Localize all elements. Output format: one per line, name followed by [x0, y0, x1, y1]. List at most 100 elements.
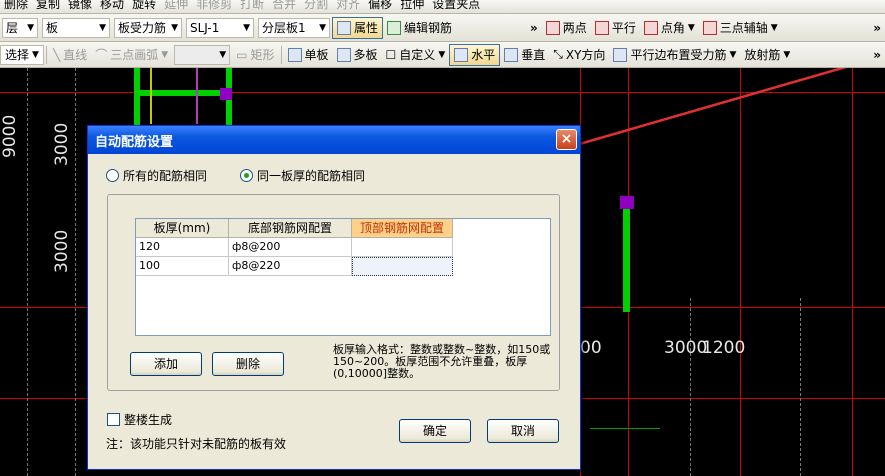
toolbar-overflow-icon[interactable]: »	[526, 21, 542, 35]
column-header-thickness[interactable]: 板厚(mm)	[136, 219, 229, 238]
two-point-button[interactable]: 两点	[542, 14, 591, 41]
xy-direction-icon: ⤡	[553, 47, 563, 61]
separator	[45, 45, 47, 64]
three-point-aux-button[interactable]: 三点辅轴 ▼	[699, 14, 782, 41]
edit-rebar-button[interactable]: 编辑钢筋	[383, 14, 456, 41]
thickness-format-hint: 板厚输入格式：整数或整数~整数，如150或150~200。板厚范围不允许重叠，板…	[333, 343, 551, 380]
rectangle-button[interactable]: ▭ 矩形	[232, 42, 278, 67]
layer-combo[interactable]: 层 ▼	[2, 17, 38, 38]
chevron-down-icon: ▼	[161, 49, 169, 60]
rotate-tool[interactable]: 旋转	[128, 0, 160, 11]
custom-button[interactable]: ☐ 自定义 ▼	[382, 42, 450, 67]
align-tool[interactable]: 对齐	[332, 0, 364, 11]
multi-board-icon	[336, 47, 351, 62]
extend-tool[interactable]: 延伸	[160, 0, 192, 11]
table-cell-thickness[interactable]: 120	[136, 238, 229, 257]
vertical-button[interactable]: 垂直	[500, 42, 549, 67]
point-angle-button[interactable]: 点角 ▼	[640, 14, 699, 41]
move-tool[interactable]: 移动	[96, 0, 128, 11]
chevron-down-icon: ▼	[99, 22, 106, 33]
merge-tool[interactable]: 合并	[268, 0, 300, 11]
copy-tool[interactable]: 复制	[32, 0, 64, 11]
note-text: 注：该功能只针对未配筋的板有效	[106, 437, 287, 451]
mirror-tool[interactable]: 镜像	[64, 0, 96, 11]
single-board-icon	[287, 47, 302, 62]
dialog-title: 自动配筋设置	[95, 134, 174, 150]
table-cell-thickness[interactable]: 100	[136, 257, 229, 276]
radio-same-thickness[interactable]: 同一板厚的配筋相同	[240, 167, 365, 184]
stretch-tool[interactable]: 拉伸	[396, 0, 428, 11]
modify-toolbar: 删除 复制 镜像 移动 旋转 延伸 非修剪 打断 合并 分割 对齐 偏移 拉伸 …	[0, 0, 885, 14]
whole-building-checkbox[interactable]: 整楼生成	[107, 411, 172, 428]
properties-icon	[337, 20, 351, 35]
dialog-title-bar[interactable]: 自动配筋设置	[88, 126, 580, 154]
line-button[interactable]: ╲ 直线	[49, 42, 91, 67]
chevron-down-icon: ▼	[783, 49, 791, 60]
chevron-down-icon: ▼	[770, 22, 778, 33]
parallel-edge-rebar-button[interactable]: 平行边布置受力筋 ▼	[609, 42, 740, 67]
cancel-button[interactable]: 取消	[487, 419, 559, 443]
rebar-code-combo[interactable]: SLJ-1 ▼	[186, 17, 254, 38]
split-tool[interactable]: 分割	[300, 0, 332, 11]
single-board-button[interactable]: 单板	[284, 42, 333, 67]
separator	[280, 45, 282, 64]
table-cell-bottom-mesh[interactable]: ф8@220	[229, 257, 352, 276]
chevron-down-icon: ▼	[729, 49, 737, 60]
properties-toolbar: 层 ▼ 板 ▼ 板受力筋 ▼ SLJ-1 ▼ 分层板1 ▼ 属性 编辑钢筋 » 两点 平行…	[0, 14, 885, 42]
trim-tool[interactable]: 非修剪	[192, 0, 236, 11]
custom-icon: ☐	[385, 47, 397, 62]
rebar-type-combo[interactable]: 板受力筋 ▼	[114, 17, 182, 38]
floor-slab-combo[interactable]: 分层板1 ▼	[258, 17, 330, 38]
settings-group-box: 板厚(mm) 底部钢筋网配置 顶部钢筋网配置 120 ф8@200 100 ф8…	[107, 194, 560, 391]
thickness-rebar-table: 板厚(mm) 底部钢筋网配置 顶部钢筋网配置 120 ф8@200 100 ф8…	[135, 218, 551, 336]
toolbar-overflow-icon-3[interactable]: »	[869, 48, 885, 62]
offset-tool[interactable]: 偏移	[364, 0, 396, 11]
arc-option-combo[interactable]: ▼	[174, 44, 231, 65]
xy-direction-button[interactable]: ⤡ XY方向	[549, 42, 609, 67]
delete-tool[interactable]: 删除	[0, 0, 32, 11]
chevron-down-icon: ▼	[171, 22, 178, 33]
set-grip-tool[interactable]: 设置夹点	[428, 0, 484, 11]
draw-toolbar: 选择 ▼ ╲ 直线 ⌒ 三点画弧 ▼ ▼ ▭ 矩形 单板 多板 ☐ 自定义 ▼ 水平 垂直 ⤡…	[0, 42, 885, 68]
multi-board-button[interactable]: 多板	[333, 42, 382, 67]
properties-button[interactable]: 属性	[332, 16, 384, 39]
chevron-down-icon: ▼	[243, 22, 250, 33]
chevron-down-icon: ▼	[687, 22, 695, 33]
line-icon: ╲	[52, 47, 61, 62]
horizontal-button[interactable]: 水平	[449, 43, 501, 66]
chevron-down-icon: ▼	[319, 22, 326, 33]
two-point-icon	[545, 20, 560, 35]
ok-button[interactable]: 确定	[399, 419, 471, 443]
auto-rebar-settings-dialog: 自动配筋设置 × 所有的配筋相同 同一板厚的配筋相同 板厚(mm) 底部钢筋网配…	[87, 125, 581, 470]
parallel-button[interactable]: 平行	[591, 14, 640, 41]
element-type-combo[interactable]: 板 ▼	[42, 17, 110, 38]
table-cell-top-mesh[interactable]	[352, 257, 453, 276]
column-header-bottom-mesh[interactable]: 底部钢筋网配置	[229, 219, 352, 238]
chevron-down-icon: ▼	[438, 49, 446, 60]
vertical-icon	[504, 47, 519, 62]
radio-all-same[interactable]: 所有的配筋相同	[106, 167, 207, 184]
point-angle-icon	[643, 20, 658, 35]
radial-rebar-button[interactable]: 放射筋 ▼	[740, 42, 794, 67]
axis-icon	[702, 20, 717, 35]
pencil-icon	[387, 20, 402, 35]
rectangle-icon: ▭	[236, 47, 248, 62]
arc-icon: ⌒	[95, 48, 108, 62]
chevron-down-icon: ▼	[32, 49, 39, 60]
column-header-top-mesh[interactable]: 顶部钢筋网配置	[352, 219, 453, 238]
select-button[interactable]: 选择 ▼	[0, 44, 44, 65]
delete-button[interactable]: 删除	[212, 352, 284, 376]
parallel-edge-icon	[613, 47, 628, 62]
table-cell-bottom-mesh[interactable]: ф8@200	[229, 238, 352, 257]
parallel-icon	[594, 20, 609, 35]
three-point-arc-button[interactable]: ⌒ 三点画弧 ▼	[91, 42, 172, 67]
radio-circle-selected[interactable]	[240, 169, 253, 182]
break-tool[interactable]: 打断	[236, 0, 268, 11]
toolbar-overflow-icon-2[interactable]: »	[869, 21, 885, 35]
close-button[interactable]: ×	[556, 129, 577, 150]
add-button[interactable]: 添加	[130, 352, 202, 376]
chevron-down-icon: ▼	[27, 22, 34, 33]
table-cell-top-mesh[interactable]	[352, 238, 453, 257]
radio-circle[interactable]	[106, 169, 119, 182]
checkbox-box[interactable]	[107, 413, 120, 426]
